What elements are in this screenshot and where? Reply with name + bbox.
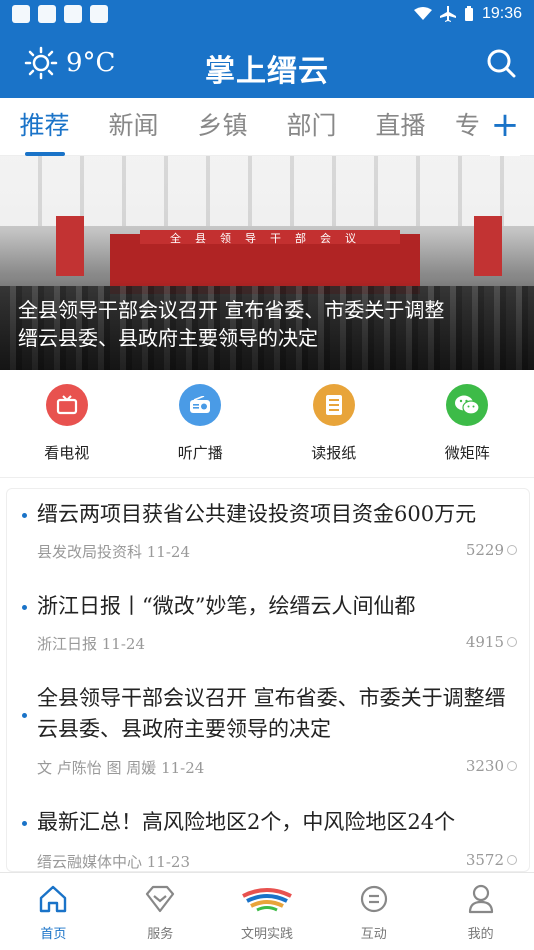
tab-news[interactable]: 新闻 — [89, 98, 178, 156]
news-list: 缙云两项目获省公共建设投资项目资金600万元 县发改局投资科 11-24 522… — [6, 488, 530, 872]
view-count-value: 3572 — [465, 851, 504, 869]
view-count-value: 4915 — [465, 633, 504, 651]
news-source: 缙云融媒体中心 11-23 — [37, 853, 191, 871]
news-source: 文 卢陈怡 图 周媛 11-24 — [37, 759, 205, 777]
add-tab-icon[interactable]: + — [490, 98, 520, 156]
shortcut-radio[interactable]: 听广播 — [134, 370, 268, 477]
status-bar: 19:36 — [0, 0, 534, 28]
banner-caption: 全县领导干部会议召开 宣布省委、市委关于调整缙云县委、县政府主要领导的决定 — [18, 298, 445, 350]
wifi-icon — [413, 7, 432, 20]
airplane-icon — [439, 6, 456, 22]
news-source: 浙江日报 11-24 — [37, 635, 146, 653]
shortcut-wechat[interactable]: 微矩阵 — [401, 370, 534, 477]
banner-photo-detail — [56, 216, 84, 276]
eye-icon — [507, 637, 517, 647]
news-title: 浙江日报丨“微改”妙笔，绘缙云人间仙都 — [37, 594, 416, 618]
notification-icon — [12, 5, 30, 23]
nav-label: 互动 — [360, 927, 387, 942]
view-count: 4915 — [466, 633, 517, 651]
battery-icon — [464, 6, 473, 21]
bottom-navigation: 首页 服务 文明实践 互动 我的 — [0, 872, 534, 950]
newspaper-icon — [312, 384, 355, 426]
nav-service[interactable]: 服务 — [107, 873, 214, 950]
app-header: 9°C 掌上缙云 — [0, 28, 534, 98]
nav-home[interactable]: 首页 — [0, 873, 107, 950]
tab-live[interactable]: 直播 — [356, 98, 445, 156]
user-icon — [427, 883, 534, 915]
shortcut-newspaper[interactable]: 读报纸 — [267, 370, 401, 477]
news-title: 全县领导干部会议召开 宣布省委、市委关于调整缙云县委、县政府主要领导的决定 — [37, 686, 506, 741]
search-button[interactable] — [486, 48, 516, 82]
chat-icon — [320, 883, 427, 915]
nav-civilization[interactable]: 文明实践 — [214, 873, 321, 950]
notification-icon — [90, 5, 108, 23]
shortcut-row: 看电视 听广播 读报纸 微矩阵 — [0, 370, 534, 478]
tv-icon — [45, 384, 88, 426]
search-icon — [487, 49, 516, 78]
view-count: 3572 — [466, 851, 517, 869]
shortcut-label: 读报纸 — [311, 444, 357, 462]
eye-icon — [507, 761, 517, 771]
shortcut-tv[interactable]: 看电视 — [0, 370, 134, 477]
nav-label: 首页 — [40, 927, 67, 942]
nav-label: 我的 — [467, 927, 494, 942]
view-count: 5229 — [466, 541, 517, 559]
nav-label: 文明实践 — [240, 927, 293, 942]
notification-icon — [38, 5, 56, 23]
nav-interact[interactable]: 互动 — [320, 873, 427, 950]
app-title: 掌上缙云 — [205, 54, 329, 89]
banner-carousel[interactable]: 全县领导干部会议 全县领导干部会议召开 宣布省委、市委关于调整缙云县委、县政府主… — [0, 156, 534, 370]
bullet-icon — [22, 713, 27, 718]
bullet-icon — [22, 513, 27, 518]
bullet-icon — [22, 821, 27, 826]
tab-recommend[interactable]: 推荐 — [0, 98, 89, 156]
shortcut-label: 微矩阵 — [444, 444, 490, 462]
shortcut-label: 看电视 — [44, 444, 90, 462]
view-count: 3230 — [466, 757, 517, 775]
notification-icons — [12, 5, 108, 23]
category-tabs: 推荐 新闻 乡镇 部门 直播 专 + — [0, 98, 534, 156]
clock: 19:36 — [481, 5, 522, 22]
nav-profile[interactable]: 我的 — [427, 873, 534, 950]
tab-towns[interactable]: 乡镇 — [178, 98, 267, 156]
wechat-icon — [446, 384, 489, 426]
tab-special[interactable]: 专 — [445, 98, 485, 156]
banner-photo-detail — [474, 216, 502, 276]
news-source: 县发改局投资科 11-24 — [37, 543, 191, 561]
service-icon — [107, 883, 214, 915]
home-icon — [0, 883, 107, 915]
eye-icon — [507, 545, 517, 555]
view-count-value: 5229 — [465, 541, 504, 559]
banner-stage-text: 全县领导干部会议 — [140, 230, 400, 245]
nav-label: 服务 — [147, 927, 174, 942]
eye-icon — [507, 855, 517, 865]
civilization-logo-icon — [214, 883, 321, 915]
radio-icon — [179, 384, 222, 426]
news-title: 缙云两项目获省公共建设投资项目资金600万元 — [37, 502, 477, 526]
shortcut-label: 听广播 — [177, 444, 223, 462]
news-title: 最新汇总！高风险地区2个，中风险地区24个 — [37, 810, 456, 834]
tab-departments[interactable]: 部门 — [267, 98, 356, 156]
view-count-value: 3230 — [465, 757, 504, 775]
notification-icon — [64, 5, 82, 23]
bullet-icon — [22, 605, 27, 610]
